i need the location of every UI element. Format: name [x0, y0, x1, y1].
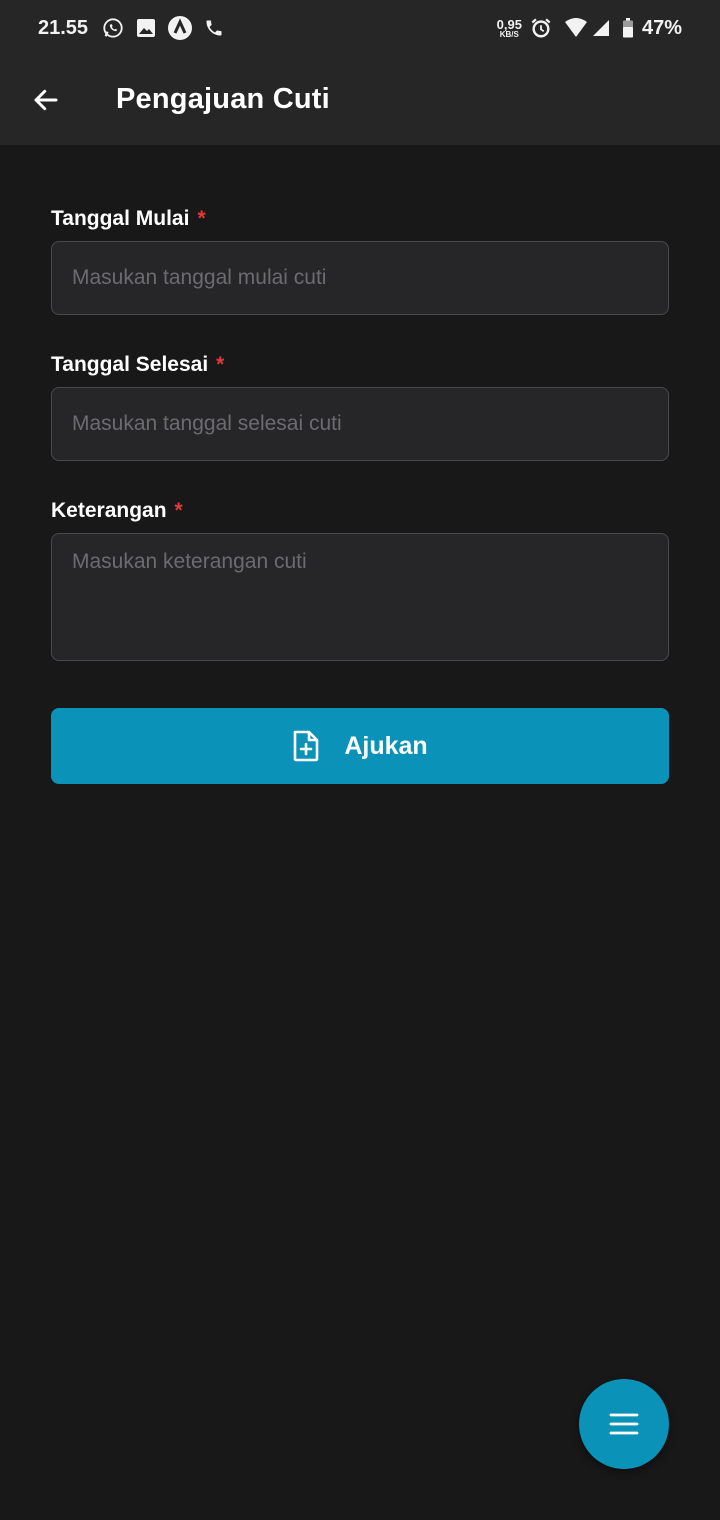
start-date-label-text: Tanggal Mulai	[51, 207, 190, 230]
app-a-icon	[168, 16, 193, 40]
notes-textarea[interactable]	[51, 533, 669, 661]
required-mark: *	[174, 499, 183, 522]
status-bar: 21.55 0,95 KB/S 47%	[0, 0, 720, 56]
net-speed-value: 0,95	[496, 16, 522, 32]
screen: 21.55 0,95 KB/S 47% Pengajuan Cuti Tangg…	[0, 0, 720, 1520]
status-bar-left: 21.55	[38, 16, 236, 40]
required-mark: *	[197, 207, 206, 230]
end-date-input[interactable]	[51, 387, 669, 461]
status-time: 21.55	[38, 16, 89, 39]
leave-request-form: Tanggal Mulai * Tanggal Selesai * Ketera…	[51, 205, 669, 661]
phone-icon	[204, 18, 224, 38]
battery-percent: 47%	[641, 16, 682, 39]
page-title: Pengajuan Cuti	[116, 83, 330, 115]
status-bar-right: 0,95 KB/S 47%	[497, 17, 682, 40]
submit-button-label: Ajukan	[344, 731, 428, 760]
end-date-label: Tanggal Selesai *	[51, 351, 669, 379]
arrow-left-icon	[31, 85, 61, 115]
whatsapp-icon	[102, 17, 124, 39]
wifi-icon	[564, 18, 588, 38]
net-speed: 0,95 KB/S	[497, 18, 522, 39]
net-speed-unit: KB/S	[499, 29, 519, 39]
file-plus-icon	[292, 730, 320, 762]
start-date-label: Tanggal Mulai *	[51, 205, 669, 233]
menu-icon	[609, 1412, 639, 1436]
notes-label-text: Keterangan	[51, 499, 167, 522]
back-button[interactable]	[28, 82, 64, 118]
app-bar: Pengajuan Cuti	[0, 56, 720, 145]
submit-button[interactable]: Ajukan	[51, 708, 669, 784]
battery-icon	[622, 18, 634, 38]
signal-icon	[592, 19, 610, 37]
menu-fab[interactable]	[579, 1379, 669, 1469]
gallery-icon	[136, 18, 156, 38]
notes-label: Keterangan *	[51, 497, 669, 525]
end-date-label-text: Tanggal Selesai	[51, 353, 209, 376]
alarm-icon	[530, 17, 552, 39]
start-date-input[interactable]	[51, 241, 669, 315]
required-mark: *	[216, 353, 225, 376]
